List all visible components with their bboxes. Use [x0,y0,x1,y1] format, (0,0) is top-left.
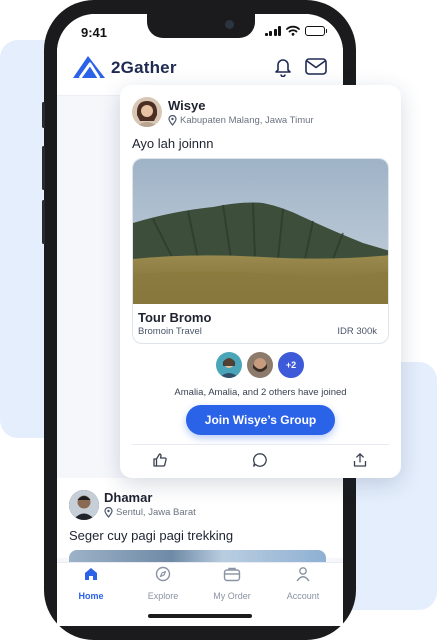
joined-avatar-2[interactable] [245,350,275,380]
post-location-wisye: Kabupaten Malang, Jawa Timur [168,115,314,126]
compass-icon [155,566,171,582]
trip-title: Tour Bromo [138,310,212,325]
home-indicator [148,614,252,618]
tab-label-my-order: My Order [213,591,251,601]
cellular-signal-icon [264,25,281,36]
status-icons [264,25,327,36]
phone-side-button [42,102,45,128]
joined-avatar-1[interactable] [214,350,244,380]
post-text-wisye: Ayo lah joinnn [132,136,214,151]
tab-account[interactable]: Account [268,566,338,601]
joined-summary: Amalia, Amalia, and 2 others have joined [174,387,347,398]
trip-photo[interactable] [133,159,389,304]
comment-icon[interactable] [252,452,268,468]
tab-label-explore: Explore [147,591,179,601]
post-location-dhamar: Sentul, Jawa Barat [104,507,196,518]
app-logo-icon [73,56,105,79]
app-name: 2Gather [111,58,177,77]
joined-more-badge[interactable]: +2 [276,350,306,380]
post-card-dhamar[interactable] [57,478,343,558]
post-text-dhamar: Seger cuy pagi pagi trekking [69,528,234,543]
share-icon[interactable] [352,452,368,468]
location-pin-icon [168,115,177,126]
location-pin-icon [104,507,113,518]
trip-price: IDR 300k [337,326,377,337]
user-icon [296,567,310,582]
battery-icon [305,25,327,36]
join-group-button[interactable]: Join Wisye’s Group [186,405,335,435]
avatar-dhamar[interactable] [69,490,99,520]
post-author-dhamar[interactable]: Dhamar [104,490,152,505]
phone-volume-up-button [42,146,45,190]
tab-home[interactable]: Home [56,566,126,601]
mail-icon[interactable] [305,58,327,75]
phone-volume-down-button [42,200,45,244]
card-divider [132,444,389,445]
notification-bell-icon[interactable] [274,57,292,77]
phone-notch [147,14,255,38]
post-location-text: Sentul, Jawa Barat [116,507,196,518]
wifi-icon [286,25,300,36]
trip-organizer: Bromoin Travel [138,326,202,337]
status-time: 9:41 [81,25,108,40]
home-icon [85,568,97,580]
post-location-text: Kabupaten Malang, Jawa Timur [180,115,314,126]
tab-explore[interactable]: Explore [128,566,198,601]
tab-my-order[interactable]: My Order [197,566,267,601]
post-author-wisye[interactable]: Wisye [168,98,205,113]
front-camera [225,20,234,29]
like-icon[interactable] [152,452,168,468]
tab-label-account: Account [286,591,320,601]
tab-label-home: Home [78,591,104,601]
avatar-wisye[interactable] [132,97,162,127]
bag-icon [223,567,241,582]
